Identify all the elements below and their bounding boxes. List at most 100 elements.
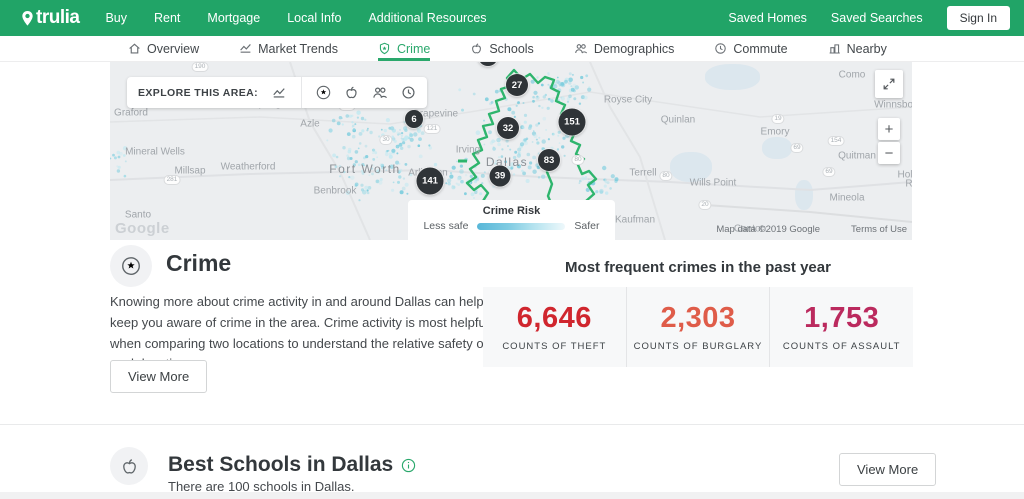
map-place-label: Quinlan (661, 115, 695, 126)
map-route-shield: 190 (192, 62, 209, 72)
stat-assault: 1,753 COUNTS OF ASSAULT (769, 287, 913, 367)
tab-label: Commute (733, 42, 787, 56)
map-place-label: Emory (761, 127, 790, 138)
stat-burglary: 2,303 COUNTS OF BURGLARY (626, 287, 770, 367)
map-place-label: R (905, 179, 912, 190)
local-info-tab-bar: Overview Market Trends Crime Schools Dem… (0, 36, 1024, 62)
shield-icon[interactable] (316, 85, 331, 100)
crime-stats-panel: 6,646 COUNTS OF THEFT 2,303 COUNTS OF BU… (483, 287, 913, 367)
tab-commute[interactable]: Commute (714, 36, 787, 61)
logo-text: trulia (36, 7, 79, 29)
schools-view-more-button[interactable]: View More (839, 453, 936, 486)
stat-value: 6,646 (517, 302, 592, 335)
nav-link-buy[interactable]: Buy (105, 11, 127, 25)
schools-section-title: Best Schools in Dallas (168, 453, 416, 477)
crime-marker[interactable]: 141 (417, 168, 444, 195)
apple-icon (120, 457, 139, 476)
fullscreen-button[interactable] (875, 70, 903, 98)
tab-label: Market Trends (258, 42, 338, 56)
crime-marker[interactable]: 27 (506, 74, 528, 96)
zoom-out-button[interactable]: − (878, 142, 900, 164)
map-route-shield: 281 (164, 175, 181, 185)
crime-marker[interactable]: 151 (559, 109, 586, 136)
map-route-shield: 121 (424, 124, 441, 134)
crime-marker[interactable]: 32 (497, 117, 519, 139)
zoom-in-button[interactable]: + (878, 118, 900, 140)
clock-icon (714, 42, 727, 55)
map-place-label: Mineral Wells (125, 147, 185, 158)
crime-section-badge (110, 245, 152, 287)
top-header: trulia Buy Rent Mortgage Local Info Addi… (0, 0, 1024, 36)
legend-gradient-bar (477, 223, 565, 230)
tab-overview[interactable]: Overview (128, 36, 199, 61)
crime-view-more-button[interactable]: View More (110, 360, 207, 393)
chart-icon[interactable] (271, 86, 287, 100)
legend-less-safe: Less safe (423, 220, 468, 232)
stat-label: COUNTS OF THEFT (502, 341, 606, 352)
tab-nearby[interactable]: Nearby (828, 36, 887, 61)
tab-label: Overview (147, 42, 199, 56)
stat-label: COUNTS OF ASSAULT (783, 341, 901, 352)
people-icon[interactable] (372, 85, 388, 100)
tab-crime[interactable]: Crime (378, 36, 430, 61)
map-place-label: Kaufman (615, 215, 655, 226)
explore-area-toolbar: EXPLORE THIS AREA: (127, 77, 427, 108)
map-place-label: Terrell (629, 168, 656, 179)
terms-of-use-link[interactable]: Terms of Use (851, 224, 907, 235)
map-place-label: Benbrook (314, 186, 357, 197)
map-route-shield: 154 (828, 136, 845, 146)
stat-theft: 6,646 COUNTS OF THEFT (483, 287, 626, 367)
map-route-shield: 69 (822, 167, 835, 177)
schools-section-badge (110, 447, 148, 485)
header-right: Saved Homes Saved Searches Sign In (728, 6, 1010, 30)
map-place-label: Weatherford (221, 162, 276, 173)
expand-icon (882, 77, 896, 91)
legend-title: Crime Risk (408, 205, 615, 217)
map-place-label: Graford (114, 108, 148, 119)
home-icon (128, 42, 141, 55)
buildings-icon (828, 42, 841, 55)
google-watermark: Google (115, 220, 170, 237)
main-nav: Buy Rent Mortgage Local Info Additional … (105, 11, 486, 25)
map-pin-icon (20, 10, 35, 27)
map-route-shield: 19 (771, 114, 784, 124)
crime-marker[interactable]: 83 (538, 149, 560, 171)
legend-safer: Safer (574, 220, 599, 232)
shield-icon (121, 256, 141, 276)
section-divider (0, 424, 1024, 425)
next-section-edge (0, 492, 1024, 499)
trulia-logo[interactable]: trulia (20, 7, 79, 29)
tab-label: Crime (397, 42, 430, 56)
crime-marker[interactable]: 39 (490, 166, 511, 187)
map-route-shield: 20 (698, 200, 711, 210)
stat-value: 1,753 (804, 302, 879, 335)
map-attribution: Map data ©2019 Google (716, 224, 820, 235)
saved-homes-link[interactable]: Saved Homes (728, 11, 807, 25)
map[interactable]: EXPLORE THIS AREA: Crime Risk Less safe … (110, 62, 912, 240)
map-place-label: Como (839, 70, 866, 81)
crime-risk-legend: Crime Risk Less safe Safer (408, 200, 615, 240)
map-route-shield: 69 (790, 143, 803, 153)
nav-link-mortgage[interactable]: Mortgage (207, 11, 260, 25)
crime-stats-title: Most frequent crimes in the past year (483, 259, 913, 276)
crime-marker[interactable]: 6 (405, 110, 423, 128)
saved-searches-link[interactable]: Saved Searches (831, 11, 923, 25)
toolbar-divider (301, 77, 302, 108)
map-place-label: Millsap (174, 166, 205, 177)
crime-section-title: Crime (166, 250, 231, 277)
tab-schools[interactable]: Schools (470, 36, 533, 61)
tab-demographics[interactable]: Demographics (574, 36, 675, 61)
nav-link-additional-resources[interactable]: Additional Resources (368, 11, 486, 25)
apple-icon[interactable] (344, 85, 359, 100)
nav-link-local-info[interactable]: Local Info (287, 11, 341, 25)
nav-link-rent[interactable]: Rent (154, 11, 180, 25)
clock-icon[interactable] (401, 85, 416, 100)
sign-in-button[interactable]: Sign In (947, 6, 1010, 30)
map-place-label: Quitman (838, 151, 876, 162)
tab-label: Demographics (594, 42, 675, 56)
stat-label: COUNTS OF BURGLARY (634, 341, 763, 352)
explore-label: EXPLORE THIS AREA: (138, 87, 258, 99)
info-icon[interactable] (401, 458, 416, 473)
tab-market-trends[interactable]: Market Trends (239, 36, 338, 61)
map-route-shield: 30 (379, 135, 392, 145)
